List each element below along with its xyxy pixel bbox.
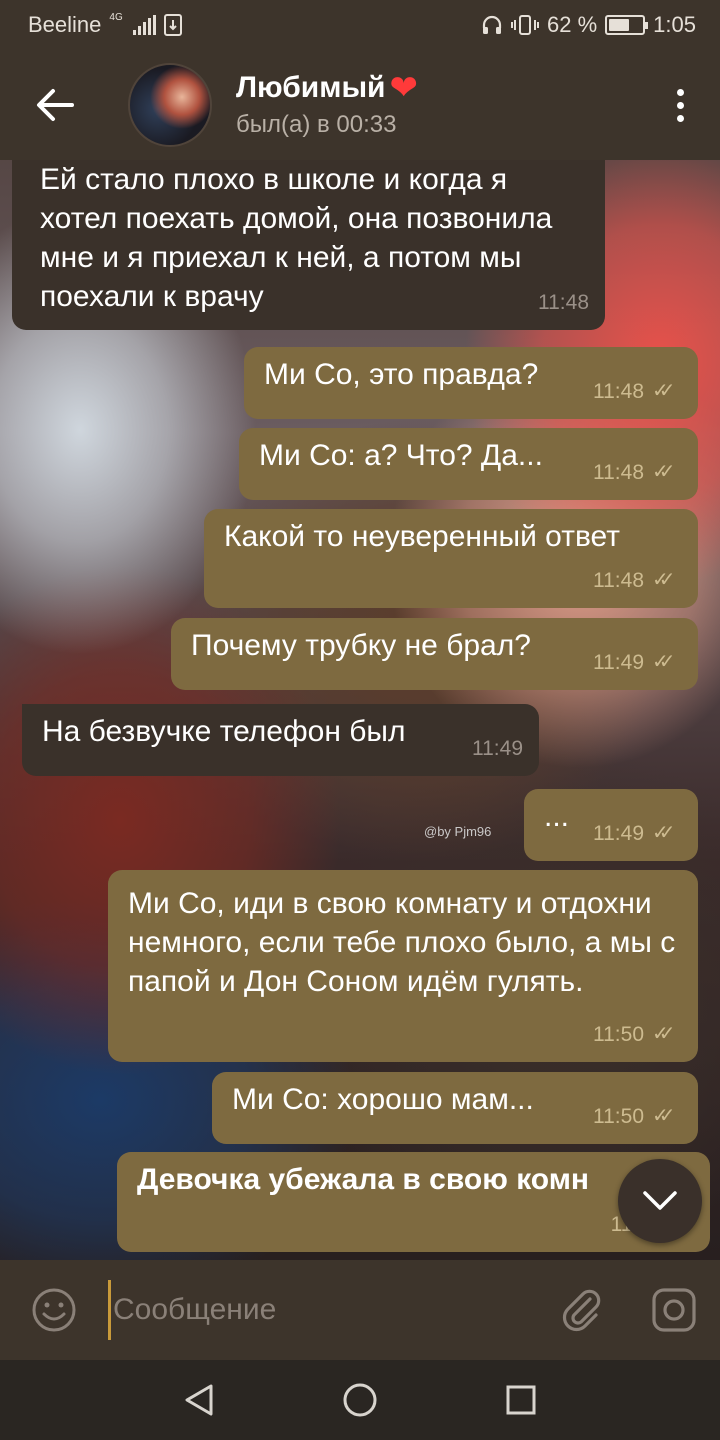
square-recent-icon[interactable]	[505, 1384, 537, 1416]
message-time: 11:49	[593, 822, 644, 845]
double-check-icon: ✓✓	[652, 1105, 676, 1127]
headphones-icon	[482, 15, 502, 34]
message-time: 11:48	[593, 569, 644, 592]
heart-icon: ❤	[389, 69, 419, 107]
more-menu-button[interactable]	[640, 50, 720, 160]
last-seen-status: был(а) в 00:33	[236, 111, 397, 138]
double-check-icon: ✓✓	[652, 651, 676, 673]
battery-level	[609, 19, 629, 31]
message-time: 11:48	[538, 291, 589, 314]
back-button[interactable]	[0, 50, 110, 160]
message-outgoing[interactable]: Ми Со: хорошо мам... 11:50 ✓✓	[212, 1072, 698, 1144]
message-time: 11:48	[593, 380, 644, 403]
emoji-button[interactable]	[0, 1260, 108, 1360]
message-meta: 11:50 ✓✓	[593, 1015, 682, 1054]
carrier-label: Beeline	[28, 12, 102, 37]
more-vertical-icon	[676, 88, 684, 96]
message-meta: 11:48 ✓✓	[593, 453, 682, 492]
paperclip-icon	[562, 1289, 601, 1332]
message-text: На безвучке телефон был	[42, 715, 406, 748]
chat-title-block[interactable]: Любимый ❤ был(а) в 00:33	[236, 71, 640, 139]
status-right: 62 % 1:05	[481, 12, 696, 38]
message-incoming[interactable]: Ей стало плохо в школе и когда я хотел п…	[12, 160, 605, 330]
message-outgoing[interactable]: Ми Со: а? Что? Да... 11:48 ✓✓	[239, 428, 698, 500]
instagram-camera-icon	[652, 1288, 696, 1332]
message-text: Девочка убежала в свою комн	[137, 1163, 590, 1196]
message-meta: 11:49 ✓✓	[593, 814, 682, 853]
vibrate-icon	[511, 15, 540, 35]
double-check-icon: ✓✓	[652, 569, 676, 591]
message-composer	[0, 1260, 720, 1360]
message-text: Ми Со, иди в свою комнату и отдохни немн…	[128, 887, 676, 998]
message-outgoing[interactable]: Почему трубку не брал? 11:49 ✓✓	[171, 618, 698, 690]
message-meta: 11:50 ✓✓	[593, 1097, 682, 1136]
message-meta: 11:48	[538, 283, 589, 322]
message-meta: 11:48 ✓✓	[593, 561, 682, 600]
message-outgoing[interactable]: Ми Со, это правда? 11:48 ✓✓	[244, 347, 698, 419]
network-type: 4G	[109, 12, 123, 23]
message-text: Ми Со, это правда?	[264, 358, 539, 391]
message-outgoing[interactable]: ... 11:49 ✓✓	[524, 789, 698, 861]
message-outgoing[interactable]: Ми Со, иди в свою комнату и отдохни немн…	[108, 870, 698, 1062]
message-meta: 11:48 ✓✓	[593, 372, 682, 411]
attach-button[interactable]	[536, 1260, 628, 1360]
chat-name: Любимый	[236, 71, 386, 104]
message-list[interactable]: Ей стало плохо в школе и когда я хотел п…	[0, 160, 720, 1260]
double-check-icon: ✓✓	[652, 380, 676, 402]
double-check-icon: ✓✓	[652, 822, 676, 844]
message-time: 11:50	[593, 1105, 644, 1128]
message-meta: 11:49	[472, 729, 523, 768]
message-text: Какой то неуверенный ответ	[224, 520, 620, 553]
message-time: 11:49	[593, 651, 644, 674]
battery-percent: 62 %	[547, 12, 598, 37]
sim-icon	[163, 14, 182, 36]
chat-title: Любимый ❤	[236, 71, 640, 105]
message-time: 11:48	[593, 461, 644, 484]
arrow-left-icon	[37, 89, 74, 121]
smile-icon	[32, 1288, 76, 1332]
message-text: Ми Со: а? Что? Да...	[259, 439, 543, 472]
circle-home-icon[interactable]	[342, 1382, 378, 1418]
scroll-to-bottom-button[interactable]	[618, 1159, 702, 1243]
status-left: Beeline 4G	[28, 12, 182, 38]
message-incoming[interactable]: На безвучке телефон был 11:49	[22, 704, 539, 776]
battery-icon	[605, 15, 649, 35]
double-check-icon: ✓✓	[652, 461, 676, 483]
message-outgoing[interactable]: Какой то неуверенный ответ 11:48 ✓✓	[204, 509, 698, 608]
chevron-down-icon	[643, 1191, 677, 1210]
message-text: Почему трубку не брал?	[191, 629, 531, 662]
clock: 1:05	[653, 12, 696, 37]
system-navigation-bar	[0, 1360, 720, 1440]
chat-header: Любимый ❤ был(а) в 00:33	[0, 50, 720, 160]
signal-icon	[132, 15, 156, 35]
message-time: 11:50	[593, 1023, 644, 1046]
message-meta: 11:49 ✓✓	[593, 643, 682, 682]
camera-button[interactable]	[628, 1260, 720, 1360]
triangle-back-icon[interactable]	[183, 1383, 215, 1417]
avatar[interactable]	[128, 63, 212, 147]
message-text: Ей стало плохо в школе и когда я хотел п…	[40, 163, 553, 313]
message-text: Ми Со: хорошо мам...	[232, 1083, 534, 1116]
message-time: 11:49	[472, 737, 523, 760]
status-bar: Beeline 4G 62 % 1:05	[0, 0, 720, 50]
double-check-icon: ✓✓	[652, 1023, 676, 1045]
message-text: ...	[544, 800, 570, 833]
message-input[interactable]	[108, 1280, 536, 1340]
